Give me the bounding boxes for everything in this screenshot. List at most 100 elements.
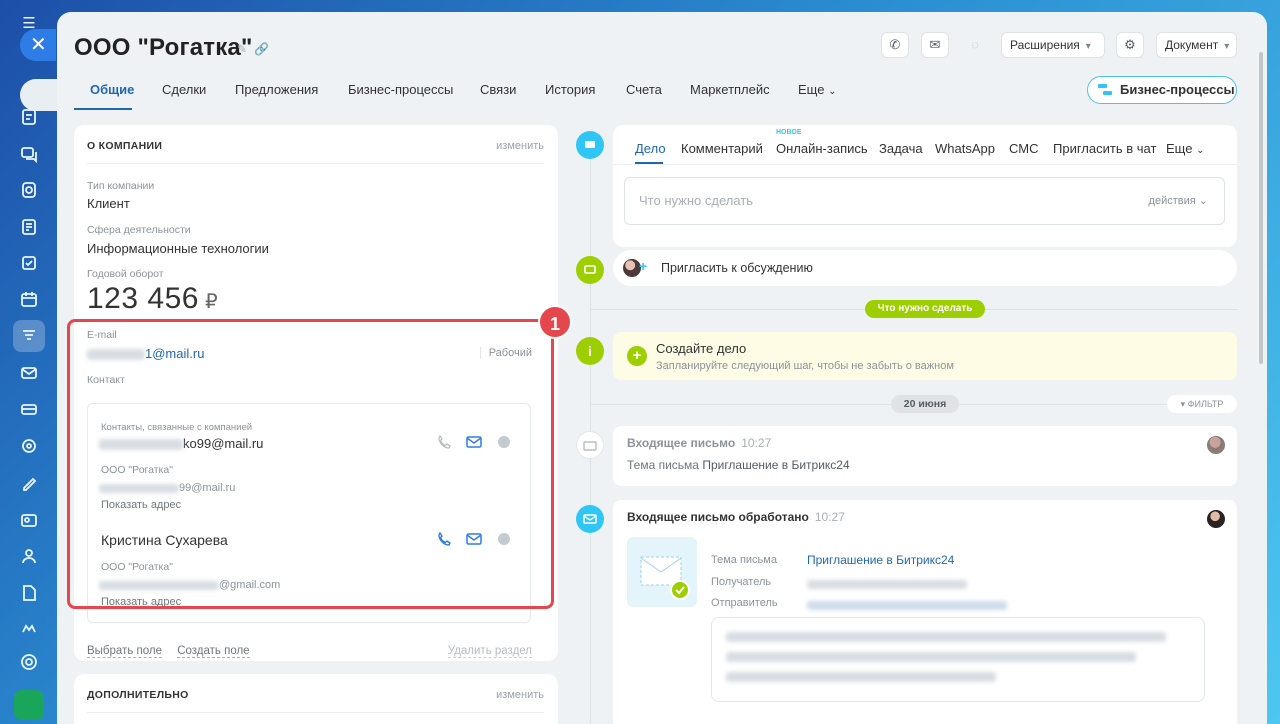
- etab-more-label: Еще: [1166, 141, 1193, 156]
- bp-button-label: Бизнес-процессы: [1120, 82, 1235, 97]
- discussion-dot-icon: [576, 256, 604, 284]
- envelope-icon: ✉: [929, 37, 941, 52]
- close-slider-button[interactable]: ✕: [20, 29, 56, 61]
- filter-button[interactable]: ▾ ФИЛЬТР: [1167, 395, 1237, 413]
- select-field-link[interactable]: Выбрать поле: [87, 645, 162, 658]
- extensions-label: Расширения: [1010, 38, 1080, 52]
- document-button[interactable]: Документ ▾: [1156, 32, 1237, 58]
- users-icon[interactable]: [19, 547, 39, 567]
- chat-icon[interactable]: [19, 145, 39, 165]
- checkbox-icon[interactable]: [19, 254, 39, 274]
- filter-label: ФИЛЬТР: [1187, 399, 1224, 409]
- recipient-label: Получатель: [711, 576, 772, 588]
- robot-icon[interactable]: [19, 620, 39, 640]
- target-icon[interactable]: [19, 437, 39, 457]
- etab-more[interactable]: Еще ⌄: [1166, 141, 1204, 156]
- tab-invoices[interactable]: Счета: [626, 82, 662, 97]
- app-icon[interactable]: [14, 690, 44, 720]
- tab-offers[interactable]: Предложения: [235, 82, 318, 97]
- incoming-mail-item[interactable]: Входящее письмо 10:27 Тема письма Приглаш…: [613, 426, 1237, 486]
- etab-invite-chat[interactable]: Пригласить в чат: [1053, 141, 1156, 156]
- docs-icon[interactable]: [19, 218, 39, 238]
- etab-task[interactable]: Дело: [635, 141, 666, 156]
- tab-links[interactable]: Связи: [480, 82, 516, 97]
- etab-booking[interactable]: НОВОЕ Онлайн-запись: [776, 129, 868, 156]
- todo-input[interactable]: Что нужно сделать действия ⌄: [624, 177, 1225, 225]
- create-field-link[interactable]: Создать поле: [177, 645, 250, 658]
- revenue-value[interactable]: 123 456 ₽: [87, 282, 218, 316]
- crm-icon[interactable]: [19, 326, 39, 346]
- field-links: Выбрать поле Создать поле: [87, 645, 262, 658]
- subject-label: Тема письма: [711, 554, 777, 566]
- invite-discussion[interactable]: + Пригласить к обсуждению: [613, 250, 1237, 286]
- avatar: [1207, 510, 1225, 528]
- edit-section-link[interactable]: изменить: [496, 140, 544, 152]
- mail1-subject: Тема письма Приглашение в Битрикс24: [627, 458, 850, 472]
- todo-pill: Что нужно сделать: [865, 300, 985, 318]
- etab-sms[interactable]: СМС: [1009, 141, 1038, 156]
- mail2-time: 10:27: [814, 510, 845, 524]
- info-dot-icon: i: [576, 337, 604, 365]
- scrollbar[interactable]: [1259, 52, 1263, 364]
- blurred-text: [807, 580, 967, 590]
- tab-marketplace[interactable]: Маркетплейс: [690, 82, 770, 97]
- close-icon: ✕: [30, 34, 47, 56]
- tab-business-processes[interactable]: Бизнес-процессы: [348, 82, 453, 97]
- extensions-button[interactable]: Расширения ▾: [1001, 32, 1105, 58]
- mail1-subject-value: Приглашение в Битрикс24: [702, 458, 850, 472]
- tab-more[interactable]: Еще ⌄: [798, 82, 836, 97]
- chevron-down-icon: ⌄: [1196, 145, 1205, 156]
- blurred-text: [726, 652, 1136, 662]
- business-processes-button[interactable]: Бизнес-процессы: [1087, 76, 1237, 104]
- call-button[interactable]: ✆: [881, 32, 909, 58]
- date-pill: 20 июня: [891, 395, 959, 413]
- edit-section-link[interactable]: изменить: [496, 689, 544, 701]
- create-task-card[interactable]: + Создайте дело Запланируйте следующий ш…: [613, 332, 1237, 380]
- settings-button[interactable]: ⚙: [1116, 32, 1144, 58]
- tab-general[interactable]: Общие: [90, 82, 134, 97]
- section-title: ДОПОЛНИТЕЛЬНО: [87, 689, 189, 701]
- settings-icon[interactable]: [19, 653, 39, 673]
- envelope-icon: [627, 537, 697, 607]
- email-button[interactable]: ✉: [921, 32, 949, 58]
- mail2-title-text: Входящее письмо обработано: [627, 510, 809, 524]
- mail-icon[interactable]: [19, 364, 39, 384]
- industry-value[interactable]: Информационные технологии: [87, 241, 269, 256]
- create-title: Создайте дело: [656, 341, 747, 356]
- link-icon[interactable]: 🔗: [254, 42, 269, 56]
- delete-section-link[interactable]: Удалить раздел: [447, 645, 532, 658]
- industry-label: Сфера деятельности: [87, 224, 191, 236]
- chevron-down-icon: ⌄: [828, 86, 837, 97]
- contact-card-icon[interactable]: [19, 511, 39, 531]
- feed-icon[interactable]: [19, 181, 39, 201]
- etab-todo[interactable]: Задача: [879, 141, 923, 156]
- company-type-value[interactable]: Клиент: [87, 196, 130, 211]
- file-icon[interactable]: [19, 584, 39, 604]
- tab-history[interactable]: История: [545, 82, 595, 97]
- etab-whatsapp[interactable]: WhatsApp: [935, 141, 995, 156]
- page-title: ООО "Рогатка": [74, 34, 253, 61]
- etab-comment[interactable]: Комментарий: [681, 141, 763, 156]
- tab-deals[interactable]: Сделки: [162, 82, 206, 97]
- actions-dropdown[interactable]: действия ⌄: [1149, 178, 1208, 224]
- pin-button[interactable]: [20, 79, 60, 111]
- chat-button[interactable]: ◌: [961, 32, 989, 58]
- subject-value[interactable]: Приглашение в Битрикс24: [807, 553, 954, 567]
- divider: [87, 712, 544, 713]
- section-title: О КОМПАНИИ: [87, 140, 163, 152]
- tasks-icon[interactable]: [19, 108, 39, 128]
- etab-booking-label: Онлайн-запись: [776, 141, 868, 156]
- plus-icon: +: [627, 346, 647, 366]
- calendar-icon[interactable]: [19, 290, 39, 310]
- edit-title-icon[interactable]: ✎: [237, 42, 247, 56]
- highlight-badge: 1: [538, 305, 572, 339]
- sign-icon[interactable]: [19, 474, 39, 494]
- blurred-text: [726, 672, 996, 682]
- chevron-down-icon: ▾: [1224, 41, 1230, 52]
- filter-icon: ▾: [1180, 399, 1186, 409]
- revenue-amount: 123 456: [87, 282, 199, 315]
- store-icon[interactable]: [19, 400, 39, 420]
- mail1-title-text: Входящее письмо: [627, 436, 736, 450]
- processed-mail-item[interactable]: Входящее письмо обработано 10:27 Тема пис…: [613, 500, 1237, 724]
- mail-processed-dot-icon: [576, 505, 604, 533]
